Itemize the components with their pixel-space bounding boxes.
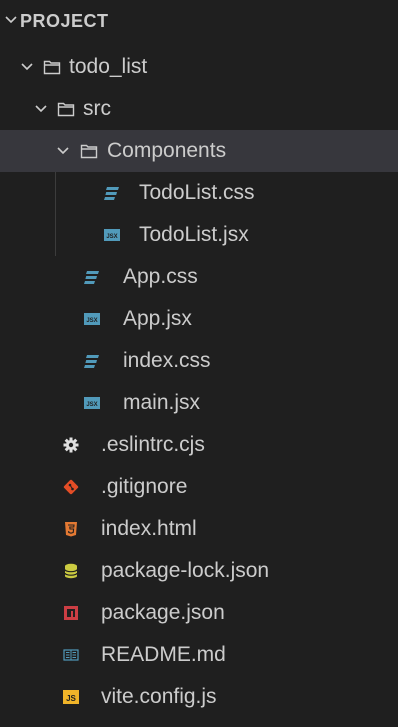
tree-item-label: App.css [123, 265, 198, 288]
tree-item-label: App.jsx [123, 307, 192, 330]
tree-item-label: vite.config.js [101, 685, 217, 708]
tree-file-index-css[interactable]: index.css [0, 340, 398, 382]
tree-item-label: src [83, 97, 111, 120]
svg-text:JSX: JSX [86, 318, 97, 324]
html5-icon [65, 522, 77, 537]
tree-file-todolist-css[interactable]: TodoList.css [0, 172, 398, 214]
folder-icon [43, 60, 61, 75]
tree-item-label: README.md [101, 643, 226, 666]
tree-file-eslintrc[interactable]: .eslintrc.cjs [0, 424, 398, 466]
tree-file-app-css[interactable]: App.css [0, 256, 398, 298]
tree-file-readme-md[interactable]: README.md [0, 634, 398, 676]
tree-file-main-jsx[interactable]: JSX main.jsx [0, 382, 398, 424]
git-icon [63, 479, 79, 495]
chevron-down-icon [35, 105, 47, 113]
chevron-down-icon [5, 16, 17, 24]
gear-icon [63, 437, 79, 453]
tree-file-gitignore[interactable]: .gitignore [0, 466, 398, 508]
tree-item-label: .eslintrc.cjs [101, 433, 205, 456]
chevron-down-icon [57, 147, 69, 155]
jsx-icon: JSX [104, 229, 120, 241]
tree-folder-components[interactable]: Components [0, 130, 398, 172]
tree-file-package-lock-json[interactable]: package-lock.json [0, 550, 398, 592]
tree-item-label: main.jsx [123, 391, 201, 414]
svg-text:JSX: JSX [106, 234, 117, 240]
lock-db-icon [64, 563, 78, 579]
css-icon [104, 187, 119, 200]
jsx-icon: JSX [84, 313, 100, 325]
tree-item-label: .gitignore [101, 475, 188, 498]
tree-item-label: index.css [123, 349, 211, 372]
section-title: PROJECT [20, 11, 109, 31]
tree-folder-src[interactable]: src [0, 88, 398, 130]
tree-item-label: package.json [101, 601, 225, 624]
tree-file-vite-config-js[interactable]: JS vite.config.js [0, 676, 398, 718]
tree-folder-todo-list[interactable]: todo_list [0, 46, 398, 88]
js-icon: JS [63, 690, 79, 704]
chevron-down-icon [21, 63, 33, 71]
folder-icon [57, 102, 75, 117]
css-icon [84, 271, 99, 284]
folder-icon [80, 144, 98, 159]
explorer-section-header[interactable]: PROJECT [0, 0, 398, 40]
readme-icon [63, 649, 79, 661]
tree-file-package-json[interactable]: package.json [0, 592, 398, 634]
tree-file-todolist-jsx[interactable]: JSX TodoList.jsx [0, 214, 398, 256]
tree-item-label: Components [107, 139, 227, 162]
tree-item-label: package-lock.json [101, 559, 270, 582]
tree-item-label: TodoList.css [139, 181, 255, 204]
tree-item-label: index.html [101, 517, 197, 540]
jsx-icon: JSX [84, 397, 100, 409]
tree-item-label: todo_list [69, 55, 148, 78]
tree-file-index-html[interactable]: index.html [0, 508, 398, 550]
svg-text:JS: JS [66, 694, 76, 703]
svg-text:JSX: JSX [86, 402, 97, 408]
npm-icon [64, 606, 78, 620]
file-explorer: PROJECT todo_list src Components TodoLis… [0, 0, 398, 727]
css-icon [84, 355, 99, 368]
tree-item-label: TodoList.jsx [139, 223, 249, 246]
tree-file-app-jsx[interactable]: JSX App.jsx [0, 298, 398, 340]
